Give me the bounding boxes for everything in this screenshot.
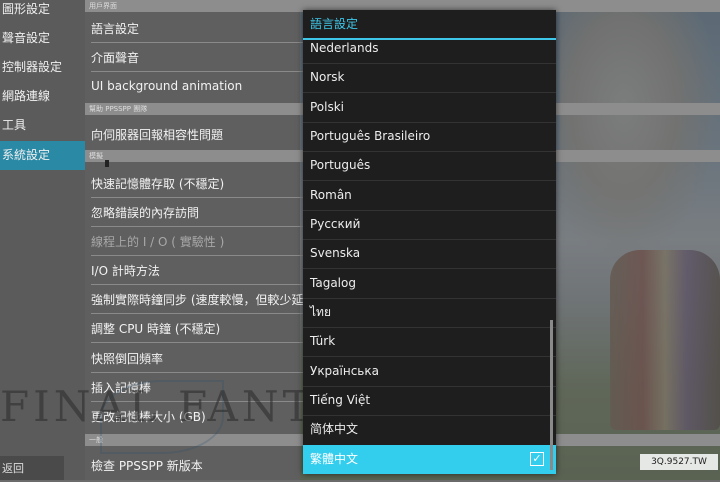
nav-item-graphics[interactable]: 圖形設定 [0,0,85,24]
nav-item-system[interactable]: 系統設定 [0,141,85,170]
setting-force-realtime-clock[interactable]: 強制實際時鐘同步 (速度較慢，但較少延遲) [91,291,320,308]
language-option-ukrainian[interactable]: Українська [303,357,556,386]
back-button[interactable]: 返回 [0,456,64,480]
setting-ui-sound[interactable]: 介面聲音 [91,49,139,66]
language-option-simplified-chinese[interactable]: 简体中文 [303,415,556,444]
nav-item-tools[interactable]: 工具 [0,111,85,140]
setting-report-compat[interactable]: 向伺服器回報相容性問題 [91,126,223,143]
divider [91,226,321,227]
divider [91,342,321,343]
language-option-vietnamese[interactable]: Tiếng Việt [303,386,556,415]
language-option-traditional-chinese[interactable]: 繁體中文 ✓ [303,445,556,474]
divider [91,255,321,256]
setting-cpu-clock[interactable]: 調整 CPU 時鐘 (不穩定) [91,320,220,337]
divider [91,372,321,373]
setting-ui-background-animation[interactable]: UI background animation [91,79,242,93]
nav-item-controls[interactable]: 控制器設定 [0,53,85,82]
dialog-title: 語言設定 [310,17,359,31]
divider [91,284,321,285]
language-option-svenska[interactable]: Svenska [303,239,556,268]
nav-item-audio[interactable]: 聲音設定 [0,24,85,53]
nav-item-networking[interactable]: 網路連線 [0,82,85,111]
divider [91,42,321,43]
language-option-turk[interactable]: Türk [303,327,556,356]
language-option-russian[interactable]: Русский [303,210,556,239]
language-option-tagalog[interactable]: Tagalog [303,269,556,298]
site-watermark: 3Q.9527.TW [640,454,718,470]
language-dialog: 語言設定 Nederlands Norsk Polski Português B… [303,10,556,474]
divider [91,71,321,72]
setting-fast-memory[interactable]: 快速記憶體存取 (不穩定) [91,175,224,192]
setting-ignore-bad-memory[interactable]: 忽略錯誤的內存訪問 [91,204,199,221]
divider [91,197,321,198]
language-option-portugues-brasileiro[interactable]: Português Brasileiro [303,122,556,151]
scrollbar[interactable] [550,320,553,470]
setting-io-timing[interactable]: I/O 計時方法 [91,262,160,279]
checkbox-checked-icon[interactable]: ✓ [530,452,544,466]
mouse-cursor-icon [105,160,109,167]
divider [91,313,321,314]
language-option-label: 繁體中文 [310,452,359,466]
language-option-roman[interactable]: Român [303,181,556,210]
language-option-thai[interactable]: ไทย [303,298,556,327]
setting-language[interactable]: 語言設定 [91,20,139,37]
language-option-portugues[interactable]: Português [303,151,556,180]
language-option-norsk[interactable]: Norsk [303,63,556,92]
setting-rewind-snapshot[interactable]: 快照倒回頻率 [91,350,163,367]
setting-io-on-thread[interactable]: 線程上的 I / O ( 實驗性 ) [91,233,224,250]
language-option-polski[interactable]: Polski [303,93,556,122]
language-option-nederlands[interactable]: Nederlands [303,34,556,63]
setting-check-updates[interactable]: 檢查 PPSSPP 新版本 [91,457,203,474]
